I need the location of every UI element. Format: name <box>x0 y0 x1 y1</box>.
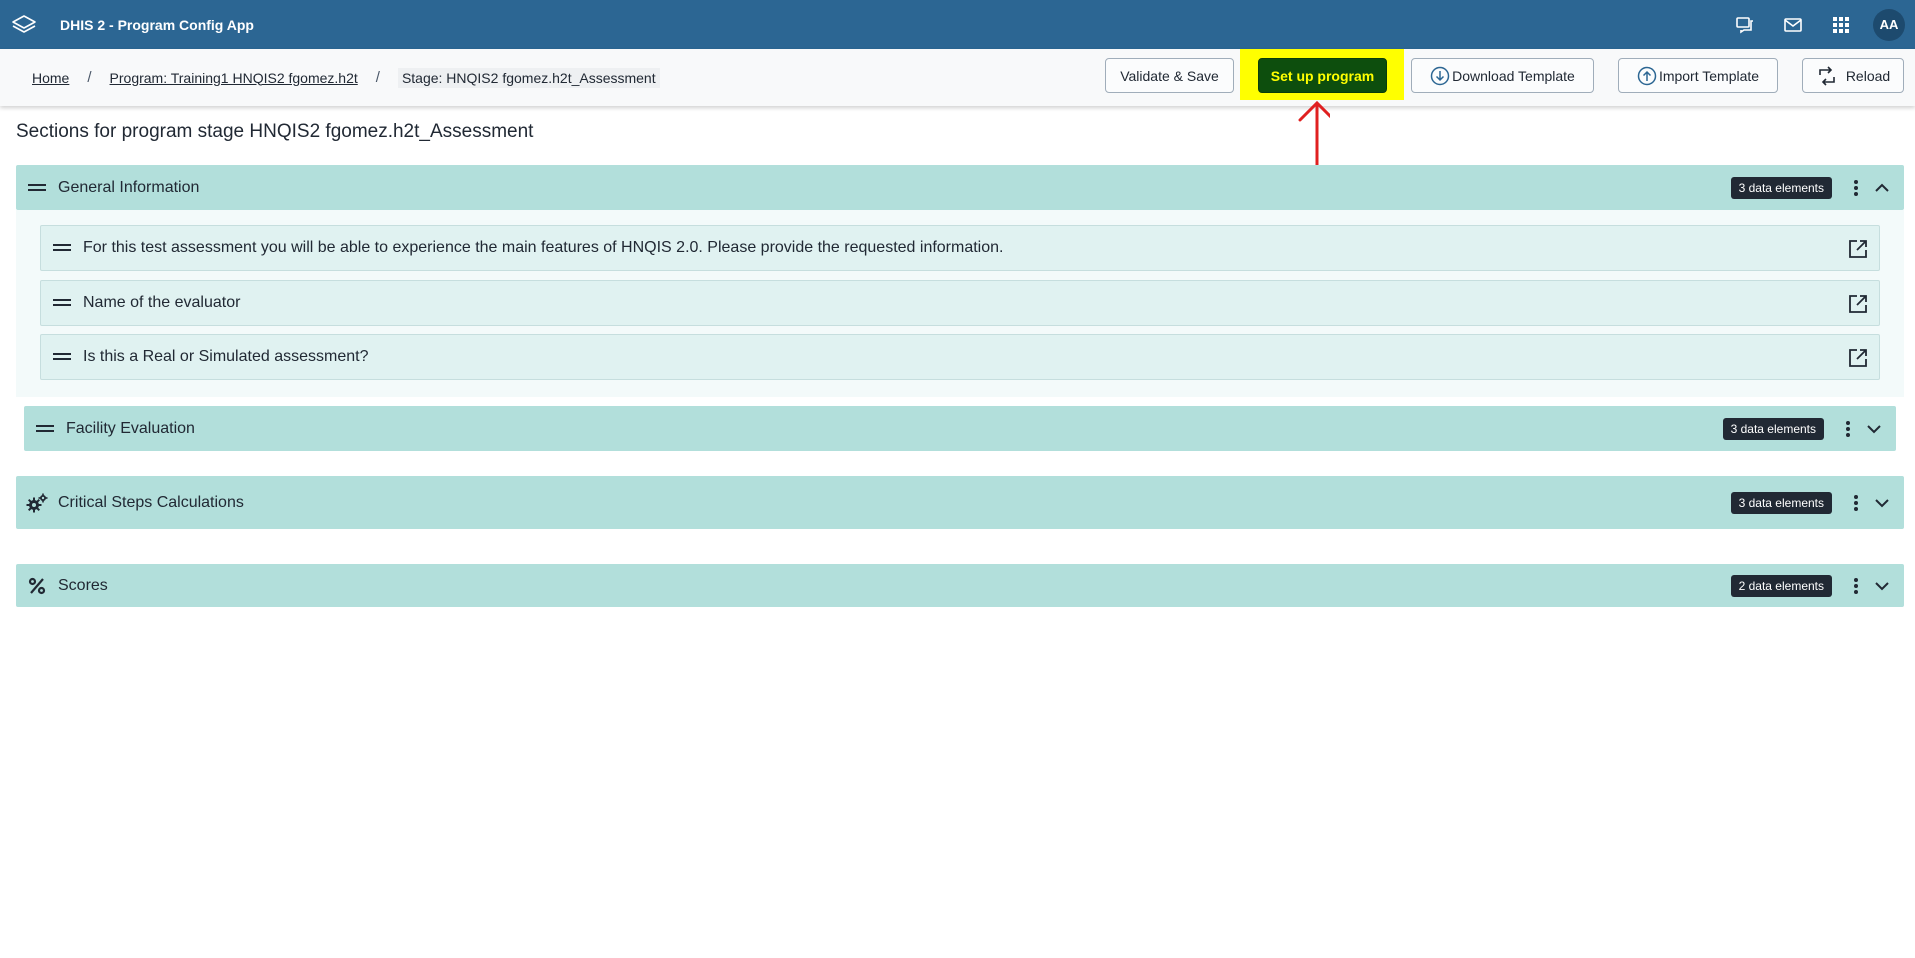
reload-label: Reload <box>1845 67 1891 84</box>
messages-icon[interactable] <box>1769 0 1817 49</box>
upload-icon <box>1637 66 1657 85</box>
setup-program-highlight: Set up program <box>1240 49 1404 100</box>
breadcrumb-program[interactable]: Program: Training1 HNQIS2 fgomez.h2t <box>110 70 358 86</box>
more-options-icon[interactable] <box>1844 491 1868 515</box>
chevron-up-icon[interactable] <box>1870 176 1894 200</box>
list-item[interactable]: Name of the evaluator <box>40 280 1880 326</box>
open-in-new-icon[interactable] <box>1845 345 1871 371</box>
section-critical-steps-calculations[interactable]: Critical Steps Calculations 3 data eleme… <box>16 476 1904 529</box>
page-title: Sections for program stage HNQIS2 fgomez… <box>16 121 534 142</box>
import-template-label: Import Template <box>1658 67 1760 84</box>
drag-handle-icon[interactable] <box>34 418 56 440</box>
section-title: Scores <box>58 576 108 594</box>
breadcrumb: Home / Program: Training1 HNQIS2 fgomez.… <box>32 49 660 106</box>
download-template-label: Download Template <box>1452 67 1575 84</box>
list-item[interactable]: Is this a Real or Simulated assessment? <box>40 334 1880 380</box>
section-facility-evaluation[interactable]: Facility Evaluation 3 data elements <box>24 406 1896 451</box>
download-icon <box>1430 66 1450 85</box>
dhis2-logo-icon[interactable] <box>0 0 48 49</box>
open-in-new-icon[interactable] <box>1845 236 1871 262</box>
more-options-icon[interactable] <box>1836 417 1860 441</box>
section-scores[interactable]: Scores 2 data elements <box>16 564 1904 607</box>
breadcrumb-home[interactable]: Home <box>32 70 69 86</box>
section-title: Facility Evaluation <box>66 419 195 437</box>
avatar[interactable]: AA <box>1873 8 1905 41</box>
data-element-label: Is this a Real or Simulated assessment? <box>83 348 369 365</box>
data-element-label: Name of the evaluator <box>83 294 241 311</box>
breadcrumb-separator: / <box>87 69 92 86</box>
breadcrumb-stage: Stage: HNQIS2 fgomez.h2t_Assessment <box>397 67 660 88</box>
gears-icon <box>26 492 48 514</box>
import-template-button[interactable]: Import Template <box>1618 58 1778 93</box>
data-elements-badge: 3 data elements <box>1722 417 1824 440</box>
drag-handle-icon[interactable] <box>51 237 73 259</box>
data-elements-badge: 2 data elements <box>1730 574 1832 597</box>
drag-handle-icon[interactable] <box>51 292 73 314</box>
more-options-icon[interactable] <box>1844 176 1868 200</box>
open-in-new-icon[interactable] <box>1845 291 1871 317</box>
app-title: DHIS 2 - Program Config App <box>60 16 254 33</box>
reload-icon <box>1819 65 1835 86</box>
data-elements-badge: 3 data elements <box>1730 176 1832 199</box>
drag-handle-icon[interactable] <box>26 177 48 199</box>
chevron-down-icon[interactable] <box>1870 491 1894 515</box>
more-options-icon[interactable] <box>1844 574 1868 598</box>
data-elements-badge: 3 data elements <box>1730 491 1832 514</box>
validate-save-button[interactable]: Validate & Save <box>1105 58 1234 93</box>
percent-icon <box>26 575 48 597</box>
download-template-button[interactable]: Download Template <box>1411 58 1594 93</box>
reload-button[interactable]: Reload <box>1802 58 1904 93</box>
data-element-label: For this test assessment you will be abl… <box>83 239 1004 256</box>
section-title: General Information <box>58 178 200 196</box>
list-item[interactable]: For this test assessment you will be abl… <box>40 225 1880 271</box>
toolbar: Home / Program: Training1 HNQIS2 fgomez.… <box>0 49 1915 106</box>
apps-grid-icon[interactable] <box>1817 0 1865 49</box>
setup-program-button[interactable]: Set up program <box>1258 58 1387 93</box>
section-title: Critical Steps Calculations <box>58 493 244 511</box>
section-general-information[interactable]: General Information 3 data elements <box>16 165 1904 210</box>
header-bar: DHIS 2 - Program Config App AA <box>0 0 1915 49</box>
chevron-down-icon[interactable] <box>1862 417 1886 441</box>
breadcrumb-separator: / <box>375 69 380 86</box>
drag-handle-icon[interactable] <box>51 346 73 368</box>
chevron-down-icon[interactable] <box>1870 574 1894 598</box>
interpretations-icon[interactable] <box>1721 0 1769 49</box>
